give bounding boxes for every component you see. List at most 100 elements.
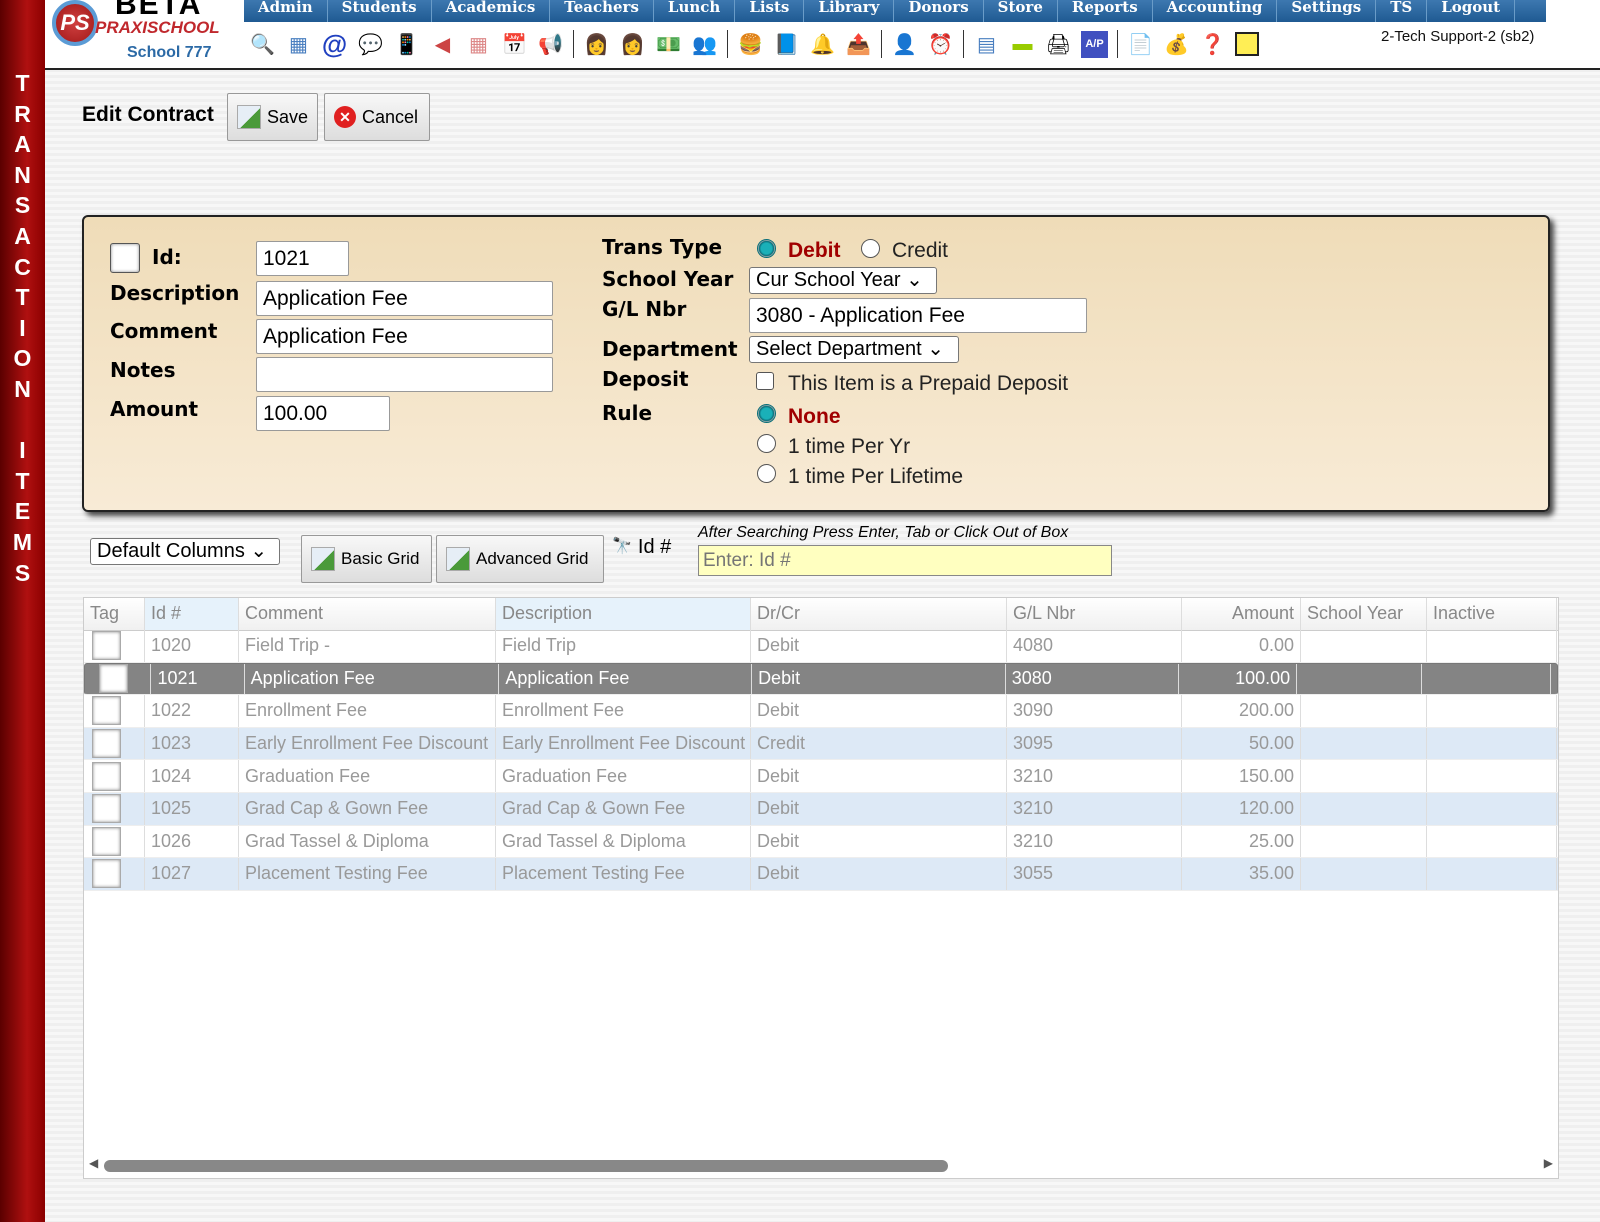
- rule-per-year-radio[interactable]: [757, 434, 776, 453]
- search-icon[interactable]: 🔍: [249, 31, 276, 58]
- column-header[interactable]: Id #: [145, 598, 239, 630]
- staff-icon[interactable]: 👤: [891, 31, 918, 58]
- nav-teachers[interactable]: Teachers: [550, 0, 654, 22]
- table-row[interactable]: 1027 Placement Testing Fee Placement Testi…: [84, 858, 1558, 891]
- nav-donors[interactable]: Donors: [894, 0, 984, 22]
- column-header[interactable]: School Year: [1301, 598, 1427, 630]
- scroll-right-icon[interactable]: ▶: [1544, 1156, 1553, 1170]
- add-user-icon[interactable]: 👩: [583, 31, 610, 58]
- scrollbar-thumb[interactable]: [104, 1160, 948, 1172]
- export-icon[interactable]: 📤: [845, 31, 872, 58]
- lunch-icon[interactable]: 🍔: [737, 31, 764, 58]
- nav-logout[interactable]: Logout: [1427, 0, 1516, 22]
- column-header[interactable]: Dr/Cr: [751, 598, 1007, 630]
- table-row[interactable]: 1024 Graduation Fee Graduation Fee Debit 321…: [84, 760, 1558, 793]
- column-header[interactable]: Comment: [239, 598, 496, 630]
- description-field[interactable]: Application Fee: [256, 281, 553, 316]
- tag-checkbox[interactable]: [92, 631, 121, 661]
- nav-admin[interactable]: Admin: [244, 0, 328, 22]
- column-header[interactable]: Tag: [84, 598, 145, 630]
- printer-icon[interactable]: 🖨: [1045, 31, 1072, 58]
- table-row[interactable]: 1025 Grad Cap & Gown Fee Grad Cap & Gown F…: [84, 793, 1558, 826]
- cell: 3080: [1006, 663, 1180, 695]
- tag-checkbox[interactable]: [92, 696, 121, 726]
- tag-checkbox[interactable]: [92, 729, 121, 759]
- sticky-note-icon[interactable]: [1235, 32, 1259, 56]
- column-header[interactable]: Inactive: [1427, 598, 1557, 630]
- nav-lunch[interactable]: Lunch: [654, 0, 736, 22]
- card-icon[interactable]: ▬: [1009, 31, 1036, 58]
- users-icon[interactable]: 👥: [691, 31, 718, 58]
- credit-radio[interactable]: [861, 239, 880, 258]
- nav-academics[interactable]: Academics: [432, 0, 551, 22]
- nav-ts[interactable]: TS: [1376, 0, 1428, 22]
- advanced-grid-button[interactable]: Advanced Grid: [436, 535, 604, 583]
- tag-checkbox[interactable]: [99, 664, 128, 694]
- save-button[interactable]: Save: [227, 93, 318, 141]
- sidebar-letter: O: [13, 345, 32, 372]
- tag-checkbox[interactable]: [92, 859, 121, 889]
- department-select[interactable]: Select Department ⌄: [749, 336, 959, 363]
- column-header[interactable]: Amount: [1182, 598, 1301, 630]
- debit-radio[interactable]: [757, 239, 776, 258]
- rule-none-radio[interactable]: [757, 404, 776, 423]
- cancel-button[interactable]: ✕ Cancel: [324, 93, 430, 141]
- logo-mark: PS: [52, 0, 98, 46]
- megaphone-icon[interactable]: 📢: [537, 31, 564, 58]
- table-row[interactable]: 1022 Enrollment Fee Enrollment Fee Debit 309…: [84, 695, 1558, 728]
- nav-settings[interactable]: Settings: [1277, 0, 1377, 22]
- nav-library[interactable]: Library: [804, 0, 895, 22]
- scroll-left-icon[interactable]: ◀: [89, 1156, 98, 1170]
- mute-icon[interactable]: ◀: [429, 31, 456, 58]
- nav-students[interactable]: Students: [328, 0, 432, 22]
- money-icon[interactable]: 💵: [655, 31, 682, 58]
- amount-field[interactable]: 100.00: [256, 396, 390, 431]
- cell: [1301, 727, 1427, 760]
- basic-grid-button[interactable]: Basic Grid: [301, 535, 432, 583]
- cell: Debit: [751, 760, 1007, 792]
- id-field[interactable]: 1021: [256, 241, 349, 276]
- table-row[interactable]: 1021 Application Fee Application Fee Debit 3…: [84, 662, 1558, 696]
- search-id-input[interactable]: [698, 545, 1112, 576]
- calculator-icon[interactable]: ▤: [973, 31, 1000, 58]
- tag-checkbox[interactable]: [92, 794, 121, 824]
- tag-checkbox[interactable]: [92, 761, 121, 791]
- ap-icon[interactable]: A/P: [1081, 30, 1108, 58]
- pdf-icon[interactable]: 📄: [1127, 31, 1154, 58]
- notes-field[interactable]: [256, 357, 553, 392]
- book-icon[interactable]: 📘: [773, 31, 800, 58]
- cell: 1022: [145, 695, 239, 727]
- grid-icon[interactable]: ▦: [285, 31, 312, 58]
- user-icon[interactable]: 👩: [619, 31, 646, 58]
- column-header[interactable]: Description: [496, 598, 751, 630]
- nav-reports[interactable]: Reports: [1058, 0, 1153, 22]
- table-row[interactable]: 1020 Field Trip - Field Trip Debit 4080 0.00: [84, 630, 1558, 663]
- table-row[interactable]: 1026 Grad Tassel & Diploma Grad Tassel & D…: [84, 825, 1558, 859]
- gl-field[interactable]: 3080 - Application Fee: [749, 298, 1087, 333]
- table-row[interactable]: 1023 Early Enrollment Fee Discount Early E…: [84, 727, 1558, 761]
- comment-field[interactable]: Application Fee: [256, 319, 553, 354]
- school-year-select[interactable]: Cur School Year ⌄: [749, 267, 937, 294]
- calendar-icon[interactable]: 📅: [501, 31, 528, 58]
- bell-icon[interactable]: 🔔: [809, 31, 836, 58]
- tag-checkbox[interactable]: [92, 826, 121, 856]
- calendar-grid-icon[interactable]: ▦: [465, 31, 492, 58]
- chat-icon[interactable]: 💬: [357, 31, 384, 58]
- cash-register-icon[interactable]: 💰: [1163, 31, 1190, 58]
- debit-label: Debit: [788, 239, 841, 262]
- nav-accounting[interactable]: Accounting: [1153, 0, 1278, 22]
- logo[interactable]: PS BETA PRAXISCHOOL School 777: [47, 0, 243, 68]
- email-icon[interactable]: @: [321, 29, 348, 59]
- columns-value: Default Columns: [97, 540, 245, 562]
- columns-select[interactable]: Default Columns ⌄: [90, 538, 280, 565]
- nav-lists[interactable]: Lists: [735, 0, 805, 22]
- column-header[interactable]: G/L Nbr: [1007, 598, 1182, 630]
- cell: Placement Testing Fee: [496, 858, 751, 890]
- tag-checkbox[interactable]: [110, 243, 140, 273]
- help-icon[interactable]: ❓: [1199, 31, 1226, 58]
- prepaid-deposit-checkbox[interactable]: [756, 372, 774, 390]
- nav-store[interactable]: Store: [984, 0, 1058, 22]
- rule-per-lifetime-radio[interactable]: [757, 464, 776, 483]
- alarm-clock-icon[interactable]: ⏰: [927, 31, 954, 58]
- phone-icon[interactable]: 📱: [393, 31, 420, 58]
